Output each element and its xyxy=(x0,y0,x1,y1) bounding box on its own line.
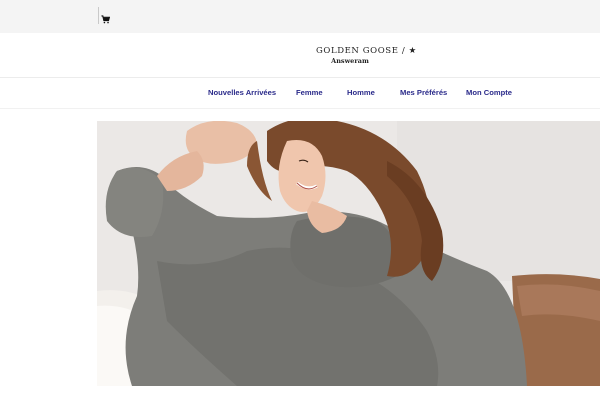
shopping-cart-icon[interactable] xyxy=(101,15,111,25)
nav-divider xyxy=(0,108,600,109)
top-utility-bar xyxy=(0,0,600,33)
logo-subtitle: Answeram xyxy=(331,57,369,65)
nav-item-account[interactable]: Mon Compte xyxy=(466,88,512,97)
hero-photo xyxy=(97,121,600,386)
logo-wordmark: GOLDEN GOOSE / ★ xyxy=(316,46,417,56)
main-navigation: Nouvelles Arrivées Femme Homme Mes Préfé… xyxy=(0,78,600,108)
nav-item-women[interactable]: Femme xyxy=(296,88,323,97)
nav-item-men[interactable]: Homme xyxy=(347,88,375,97)
hero-image[interactable] xyxy=(97,121,600,386)
brand-logo[interactable]: GOLDEN GOOSE / ★ Answeram xyxy=(316,46,417,65)
header: GOLDEN GOOSE / ★ Answeram xyxy=(0,33,600,77)
nav-item-favorites[interactable]: Mes Préférés xyxy=(400,88,447,97)
nav-item-new-arrivals[interactable]: Nouvelles Arrivées xyxy=(208,88,276,97)
topbar-divider xyxy=(98,7,99,24)
